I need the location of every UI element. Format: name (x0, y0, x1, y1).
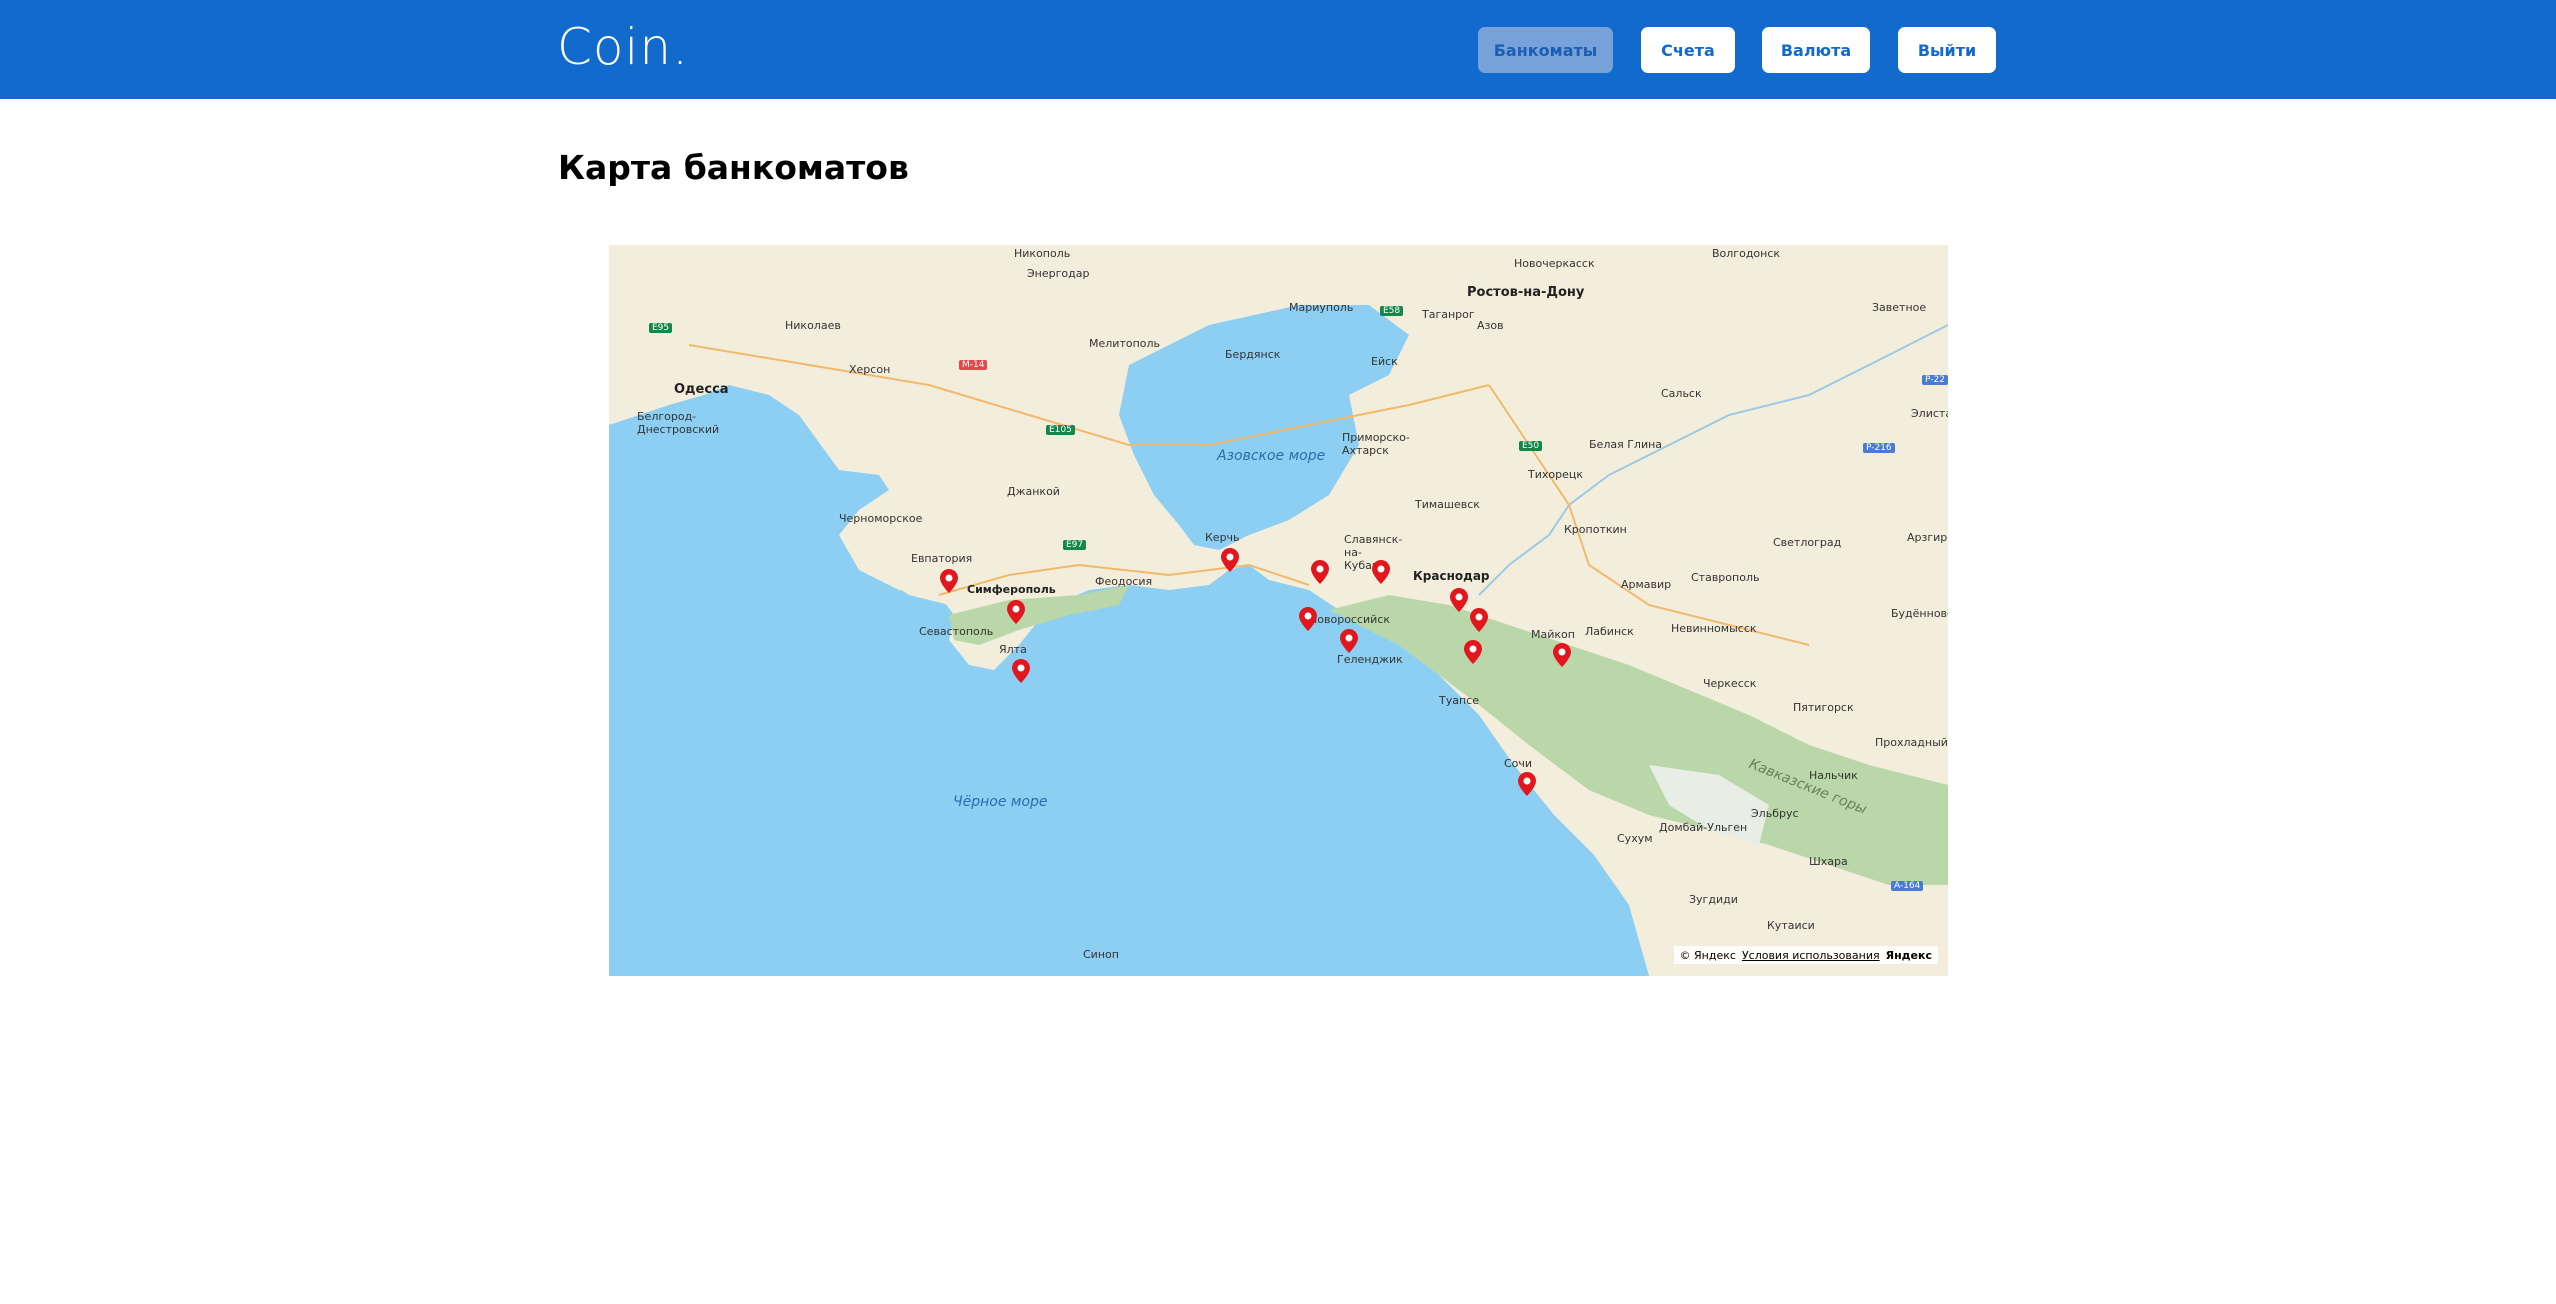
map-label-chernomorskoe: Черноморское (839, 512, 923, 525)
map-label-evpatoria: Евпатория (911, 552, 973, 565)
map-label-armavir: Армавир (1621, 578, 1672, 591)
page-title: Карта банкоматов (558, 148, 909, 187)
road-m14: M-14 (959, 360, 988, 370)
terms-link[interactable]: Условия использования (1742, 949, 1880, 962)
map-label-nikopol: Никополь (1014, 247, 1071, 260)
map-label-nevinnomyssk: Невинномысск (1671, 622, 1757, 635)
map-label-sinop: Синоп (1083, 948, 1119, 961)
map-label-timashevsk: Тимашевск (1415, 498, 1480, 511)
map-label-budennovsk: Будённовск (1891, 607, 1948, 620)
nav-currency-button[interactable]: Валюта (1762, 27, 1870, 73)
atm-pin-icon[interactable] (1311, 560, 1329, 584)
atm-pin-icon[interactable] (1518, 772, 1536, 796)
map-label-sochi: Сочи (1504, 757, 1533, 770)
copyright-text: © Яндекс (1679, 948, 1736, 962)
logout-button[interactable]: Выйти (1898, 27, 1996, 73)
map-label-labinsk: Лабинск (1585, 625, 1634, 638)
map-label-arzgir: Арзгир (1907, 531, 1948, 544)
road-e58: E58 (1380, 306, 1404, 316)
map-label-kropotkin: Кропоткин (1564, 523, 1627, 536)
map-label-black-sea: Чёрное море (953, 794, 1048, 810)
map-label-odessa: Одесса (674, 382, 729, 397)
map-label-belgorod: Белгород-Днестровский (637, 410, 720, 436)
map-label-melitopol: Мелитополь (1089, 337, 1161, 350)
map-label-feodosia: Феодосия (1095, 575, 1153, 588)
atm-pin-icon[interactable] (1372, 560, 1390, 584)
yandex-logo[interactable]: Яндекс (1886, 949, 1932, 962)
map-label-salsk: Сальск (1661, 387, 1702, 400)
map-label-pyatigorsk: Пятигорск (1793, 701, 1854, 714)
map-label-shkhara: Шхара (1809, 855, 1848, 868)
map-label-svetlograd: Светлоград (1773, 536, 1842, 549)
map-label-elista: Элиста (1911, 407, 1948, 420)
map-label-yalta: Ялта (999, 643, 1027, 656)
atm-pin-icon[interactable] (1340, 629, 1358, 653)
atm-map[interactable]: Никополь Энергодар Николаев Херсон Одесс… (609, 245, 1948, 976)
map-label-krasnodar: Краснодар (1413, 569, 1490, 583)
atm-pin-icon[interactable] (1553, 643, 1571, 667)
map-label-mariupol: Мариуполь (1289, 301, 1354, 314)
map-label-tikhoretsk: Тихорецк (1528, 468, 1583, 481)
atm-pin-icon[interactable] (940, 569, 958, 593)
map-label-yeysk: Ейск (1371, 355, 1398, 368)
atm-pin-icon[interactable] (1012, 659, 1030, 683)
map-label-simferopol: Симферополь (967, 583, 1056, 596)
map-label-energodar: Энергодар (1027, 267, 1090, 280)
map-label-primorsko: Приморско-Ахтарск (1342, 431, 1410, 457)
map-label-gelendzhik: Геленджик (1337, 653, 1403, 666)
map-label-cherkessk: Черкесск (1703, 677, 1757, 690)
map-label-belaya-glina: Белая Глина (1589, 438, 1663, 451)
map-label-zugdidi: Зугдиди (1689, 893, 1738, 906)
map-label-maykop: Майкоп (1531, 628, 1575, 641)
road-p216: P-216 (1863, 443, 1895, 453)
map-label-azov: Азов (1477, 319, 1504, 332)
map-label-stavropol: Ставрополь (1691, 571, 1760, 584)
map-label-kherson: Херсон (849, 363, 891, 376)
map-label-novorossiysk: Новороссийск (1309, 613, 1391, 626)
map-label-berdyansk: Бердянск (1225, 348, 1281, 361)
map-label-prokhladny: Прохладный (1875, 736, 1948, 749)
map-label-nikolaev: Николаев (785, 319, 841, 332)
map-label-dombay: Домбай-Ульген (1659, 821, 1748, 834)
map-label-kutaisi: Кутаиси (1767, 919, 1815, 932)
road-e105: E105 (1046, 425, 1075, 435)
map-label-novocherkassk: Новочеркасск (1514, 257, 1595, 270)
map-label-taganrog: Таганрог (1422, 308, 1475, 321)
atm-pin-icon[interactable] (1470, 608, 1488, 632)
nav-atms-button[interactable]: Банкоматы (1478, 27, 1613, 73)
map-label-volgodonsk: Волгодонск (1712, 247, 1781, 260)
map-label-nalchik: Нальчик (1809, 769, 1858, 782)
atm-pin-icon[interactable] (1007, 600, 1025, 624)
nav-accounts-button[interactable]: Счета (1641, 27, 1735, 73)
map-label-sevastopol: Севастополь (919, 625, 994, 638)
atm-pin-icon[interactable] (1464, 640, 1482, 664)
road-p22: P-22 (1922, 375, 1948, 385)
map-label-tuapse: Туапсе (1439, 694, 1479, 707)
app-header: Coin. Банкоматы Счета Валюта Выйти (0, 0, 2556, 99)
main-nav: Банкоматы Счета Валюта Выйти (0, 27, 2556, 73)
map-label-rostov: Ростов-на-Дону (1467, 285, 1585, 300)
map-label-dzhankoy: Джанкой (1007, 485, 1060, 498)
map-label-elbrus: Эльбрус (1751, 807, 1799, 820)
road-a164: A-164 (1891, 881, 1924, 891)
atm-pin-icon[interactable] (1299, 607, 1317, 631)
atm-pin-icon[interactable] (1221, 548, 1239, 572)
atm-pin-icon[interactable] (1450, 588, 1468, 612)
road-e95: E95 (649, 323, 673, 333)
map-label-azov-sea: Азовское море (1217, 448, 1326, 464)
map-label-kerch: Керчь (1205, 531, 1240, 544)
road-e97: E97 (1063, 540, 1087, 550)
map-label-zavetnoe: Заветное (1872, 301, 1927, 314)
road-e50: E50 (1519, 441, 1543, 451)
map-label-sukhum: Сухум (1617, 832, 1653, 845)
map-attribution: © Яндекс Условия использования Яндекс (1673, 946, 1938, 964)
